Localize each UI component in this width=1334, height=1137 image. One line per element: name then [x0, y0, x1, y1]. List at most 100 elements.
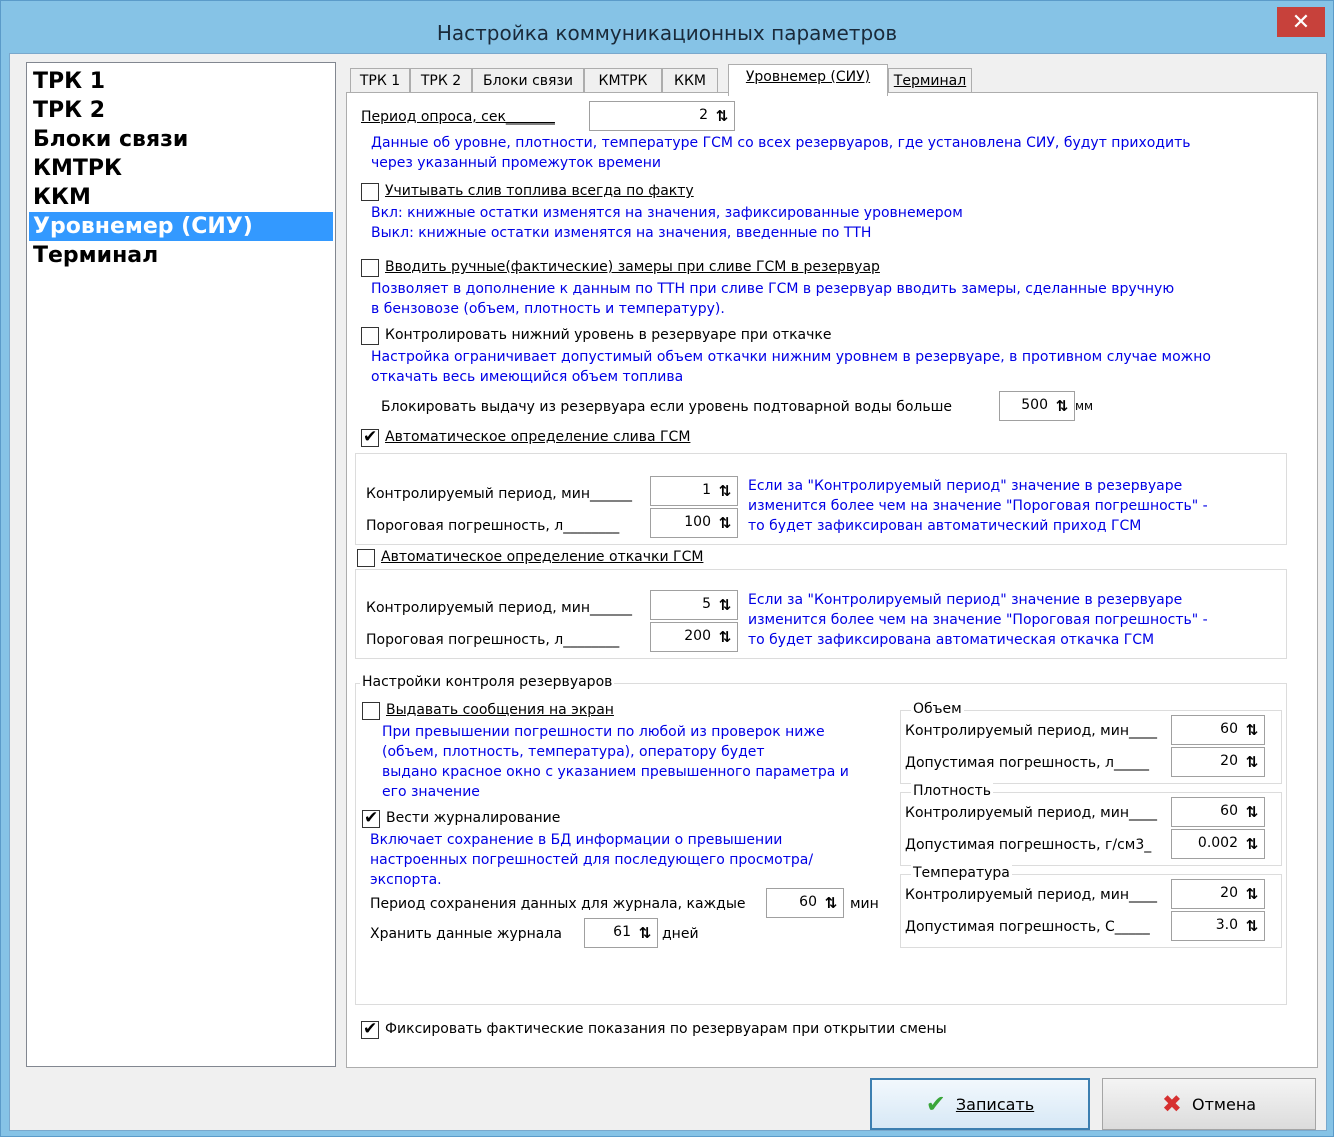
journal-keep-unit: дней [662, 926, 699, 942]
cancel-button-label: Отмена [1192, 1094, 1257, 1114]
tab-trk1[interactable]: ТРК 1 [350, 68, 410, 94]
messages-desc-2: (объем, плотность, температура), операто… [382, 744, 765, 760]
temperature-period-stepper[interactable]: 20 ⇅ [1171, 879, 1265, 909]
temperature-group: Температура Контролируемый период, мин__… [900, 865, 1282, 948]
water-block-stepper[interactable]: 500 ⇅ [999, 391, 1075, 421]
auto-pump-checkbox[interactable] [357, 549, 375, 567]
tab-comm-blocks[interactable]: Блоки связи [472, 68, 584, 94]
section-item-trk1[interactable]: ТРК 1 [29, 67, 333, 96]
cross-icon: ✖ [1161, 1090, 1182, 1118]
tank-control-group: Настройки контроля резервуаров Выдавать … [355, 674, 1287, 1005]
manual-measure-label[interactable]: Вводить ручные(фактические) замеры при с… [385, 259, 880, 275]
journal-save-stepper[interactable]: 60 ⇅ [766, 888, 844, 918]
auto-pump-period-stepper[interactable]: 5 ⇅ [650, 590, 738, 620]
low-level-checkbox[interactable] [361, 327, 379, 345]
dialog-window: Настройка коммуникационных параметров ✕ … [0, 0, 1334, 1137]
fact-drain-label[interactable]: Учитывать слив топлива всегда по факту [385, 183, 694, 199]
section-item-trk2[interactable]: ТРК 2 [29, 96, 333, 125]
title-bar[interactable]: Настройка коммуникационных параметров ✕ [1, 1, 1333, 59]
volume-period-value: 60 [1220, 721, 1238, 737]
section-item-kkm[interactable]: ККМ [29, 183, 333, 212]
save-button[interactable]: ✔ Записать [870, 1078, 1090, 1130]
low-level-desc-2: откачать весь имеющийся объем топлива [371, 369, 684, 385]
messages-checkbox[interactable] [362, 702, 380, 720]
volume-error-label: Допустимая погрешность, л_____ [905, 755, 1149, 771]
auto-pump-threshold-stepper[interactable]: 200 ⇅ [650, 622, 738, 652]
close-icon: ✕ [1291, 9, 1311, 34]
density-error-value: 0.002 [1197, 835, 1238, 851]
volume-error-value: 20 [1220, 753, 1238, 769]
fix-readings-label[interactable]: Фиксировать фактические показания по рез… [385, 1021, 947, 1037]
spin-arrows-icon[interactable]: ⇅ [1242, 834, 1262, 854]
auto-drain-checkbox[interactable] [361, 427, 379, 447]
tab-level-gauge[interactable]: Уровнемер (СИУ) [728, 64, 888, 96]
spin-arrows-icon[interactable]: ⇅ [821, 893, 841, 913]
messages-desc-4: его значение [382, 784, 480, 800]
volume-error-stepper[interactable]: 20 ⇅ [1171, 747, 1265, 777]
checkmark-icon: ✔ [925, 1090, 946, 1118]
spin-arrows-icon[interactable]: ⇅ [715, 481, 735, 501]
poll-period-value: 2 [699, 107, 708, 123]
section-item-comm-blocks[interactable]: Блоки связи [29, 125, 333, 154]
water-block-unit: мм [1075, 399, 1094, 413]
poll-period-desc-1: Данные об уровне, плотности, температуре… [371, 135, 1191, 151]
volume-title: Объем [911, 701, 964, 717]
spin-arrows-icon[interactable]: ⇅ [715, 513, 735, 533]
auto-pump-label[interactable]: Автоматическое определение откачки ГСМ [381, 549, 708, 565]
temperature-error-stepper[interactable]: 3.0 ⇅ [1171, 911, 1265, 941]
cancel-button[interactable]: ✖ Отмена [1102, 1078, 1316, 1130]
poll-period-label: Период опроса, сек_______ [361, 109, 555, 125]
spin-arrows-icon[interactable]: ⇅ [1242, 752, 1262, 772]
auto-drain-threshold-stepper[interactable]: 100 ⇅ [650, 508, 738, 538]
messages-desc-1: При превышении погрешности по любой из п… [382, 724, 825, 740]
temperature-title: Температура [911, 865, 1012, 881]
close-button[interactable]: ✕ [1277, 7, 1325, 37]
section-item-kmtrk[interactable]: КМТРК [29, 154, 333, 183]
auto-pump-note-2: изменится более чем на значение "Порогов… [748, 612, 1208, 628]
manual-measure-checkbox[interactable] [361, 259, 379, 277]
volume-group: Объем Контролируемый период, мин____ 60 … [900, 701, 1282, 784]
fact-drain-checkbox[interactable] [361, 183, 379, 201]
auto-drain-threshold-label: Пороговая погрешность, л________ [366, 518, 620, 534]
tab-kkm[interactable]: ККМ [662, 68, 718, 94]
volume-period-label: Контролируемый период, мин____ [905, 723, 1157, 739]
client-area: ТРК 1 ТРК 2 Блоки связи КМТРК ККМ Уровне… [9, 53, 1327, 1131]
tab-terminal[interactable]: Терминал [888, 68, 972, 94]
auto-drain-threshold-value: 100 [684, 514, 711, 530]
journal-save-label: Период сохранения данных для журнала, ка… [370, 896, 746, 912]
auto-drain-period-stepper[interactable]: 1 ⇅ [650, 476, 738, 506]
journal-save-value: 60 [799, 894, 817, 910]
spin-arrows-icon[interactable]: ⇅ [1052, 396, 1072, 416]
density-period-stepper[interactable]: 60 ⇅ [1171, 797, 1265, 827]
auto-pump-period-value: 5 [702, 596, 711, 612]
spin-arrows-icon[interactable]: ⇅ [715, 595, 735, 615]
spin-arrows-icon[interactable]: ⇅ [715, 627, 735, 647]
spin-arrows-icon[interactable]: ⇅ [635, 923, 655, 943]
spin-arrows-icon[interactable]: ⇅ [712, 106, 732, 126]
spin-arrows-icon[interactable]: ⇅ [1242, 884, 1262, 904]
journal-checkbox[interactable] [362, 808, 380, 828]
density-error-stepper[interactable]: 0.002 ⇅ [1171, 829, 1265, 859]
temperature-period-value: 20 [1220, 885, 1238, 901]
density-title: Плотность [911, 783, 994, 799]
spin-arrows-icon[interactable]: ⇅ [1242, 720, 1262, 740]
auto-drain-label[interactable]: Автоматическое определение слива ГСМ [385, 429, 690, 445]
auto-pump-note-3: то будет зафиксирована автоматическая от… [748, 632, 1155, 648]
spin-arrows-icon[interactable]: ⇅ [1242, 916, 1262, 936]
volume-period-stepper[interactable]: 60 ⇅ [1171, 715, 1265, 745]
section-item-terminal[interactable]: Терминал [29, 241, 333, 270]
poll-period-stepper[interactable]: 2 ⇅ [589, 101, 735, 131]
fix-readings-checkbox[interactable] [361, 1019, 379, 1039]
density-group: Плотность Контролируемый период, мин____… [900, 783, 1282, 866]
poll-period-desc-2: через указанный промежуток времени [371, 155, 662, 171]
low-level-label[interactable]: Контролировать нижний уровень в резервуа… [385, 327, 831, 343]
messages-label[interactable]: Выдавать сообщения на экран [386, 702, 614, 718]
journal-keep-stepper[interactable]: 61 ⇅ [584, 918, 658, 948]
tab-kmtrk[interactable]: КМТРК [584, 68, 662, 94]
fact-drain-desc-1: Вкл: книжные остатки изменятся на значен… [371, 205, 963, 221]
section-item-level-gauge[interactable]: Уровнемер (СИУ) [29, 212, 333, 241]
tab-trk2[interactable]: ТРК 2 [410, 68, 472, 94]
journal-label[interactable]: Вести журналирование [386, 810, 560, 826]
spin-arrows-icon[interactable]: ⇅ [1242, 802, 1262, 822]
auto-drain-period-label: Контролируемый период, мин______ [366, 486, 632, 502]
